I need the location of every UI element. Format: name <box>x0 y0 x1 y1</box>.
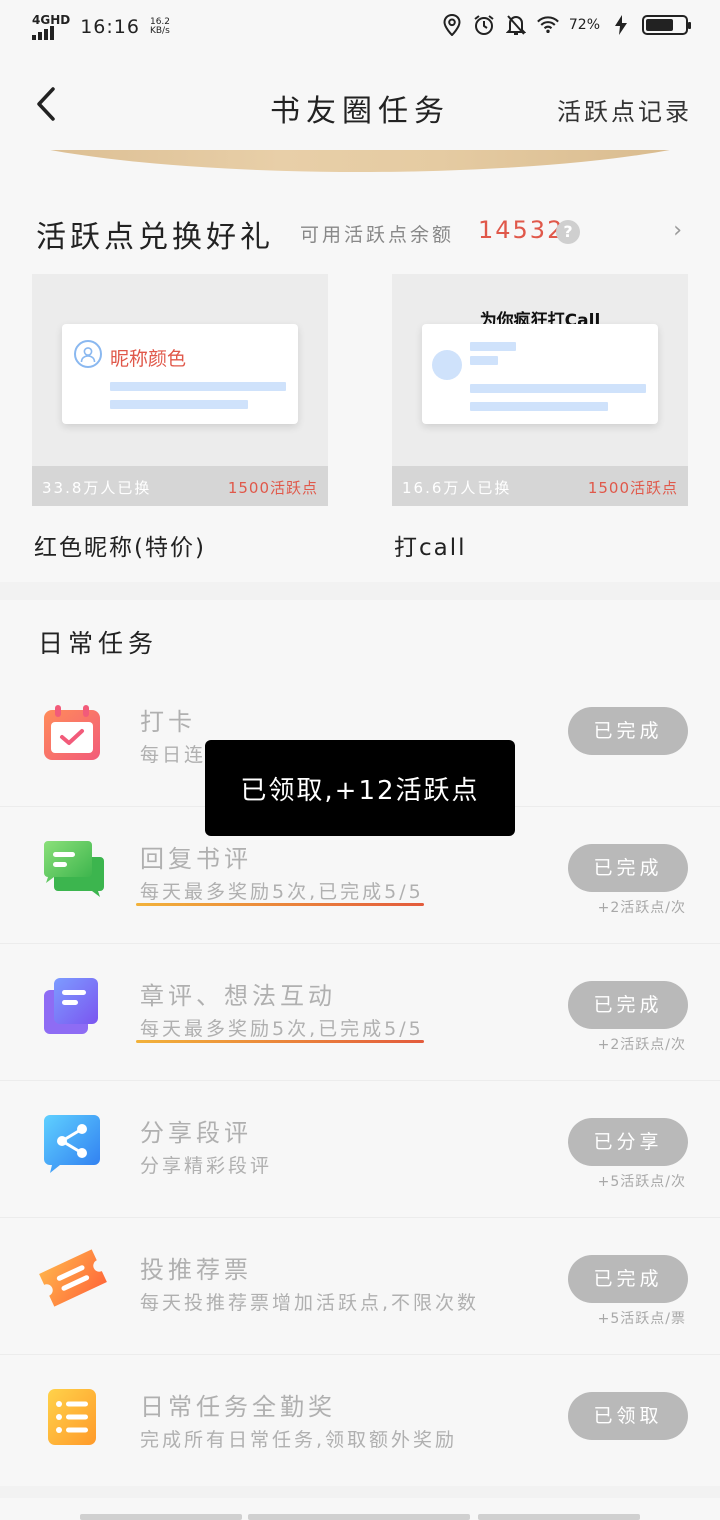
daily-tasks-title: 日常任务 <box>38 629 159 658</box>
gift-cost: 1500活跃点 <box>587 479 678 497</box>
signal-icon <box>32 26 70 40</box>
task-name: 分享段评 <box>140 1119 252 1147</box>
nav-bar: 书友圈任务 活跃点记录 <box>0 56 720 154</box>
task-shared-button[interactable]: 已分享 <box>568 1118 688 1166</box>
task-row-recommend-ticket: 投推荐票 每天投推荐票增加活跃点,不限次数 已完成 +5活跃点/票 <box>0 1218 720 1355</box>
status-left: 4GHD 16:16 16.2 KB/s <box>32 14 170 40</box>
battery-percent: 72% <box>568 17 600 33</box>
exchange-title: 活跃点兑换好礼 <box>36 220 274 255</box>
balance-label: 可用活跃点余额 <box>300 224 455 246</box>
task-claimed-button[interactable]: 已领取 <box>568 1392 688 1440</box>
task-row-share: 分享段评 分享精彩段评 已分享 +5活跃点/次 <box>0 1081 720 1218</box>
task-name: 日常任务全勤奖 <box>140 1393 336 1421</box>
gift-name[interactable]: 打call <box>394 528 467 562</box>
task-desc: 每天最多奖励5次,已完成5/5 <box>140 1018 424 1040</box>
task-reward: +2活跃点/次 <box>597 900 686 916</box>
task-done-button[interactable]: 已完成 <box>568 844 688 892</box>
checklist-icon <box>42 1387 102 1447</box>
chat-bubbles-icon <box>42 839 104 899</box>
gift-preview <box>422 324 658 424</box>
daily-tasks-section: 日常任务 打卡 每日连 已完成 回复书评 每天最多奖励5次,已完成5/5 已完成… <box>0 600 720 1486</box>
task-progress-underline <box>136 1040 424 1043</box>
exchange-section: 活跃点兑换好礼 可用活跃点余额 14532 ? › 昵称颜色 33.8万人已换 … <box>0 176 720 582</box>
task-done-button[interactable]: 已完成 <box>568 1255 688 1303</box>
network-indicator: 4GHD <box>32 14 70 40</box>
note-cards-icon <box>42 976 102 1036</box>
mute-icon <box>505 14 527 36</box>
task-progress-underline <box>136 903 424 906</box>
placeholder-line <box>470 356 498 365</box>
task-desc: 每天最多奖励5次,已完成5/5 <box>140 881 424 903</box>
nickname-color-preview: 昵称颜色 <box>110 348 187 370</box>
placeholder-line <box>470 384 646 393</box>
share-icon <box>42 1113 102 1173</box>
alarm-icon <box>473 14 495 36</box>
status-right: 72% <box>441 14 691 36</box>
task-done-button[interactable]: 已完成 <box>568 707 688 755</box>
task-name: 回复书评 <box>140 845 252 873</box>
avatar-placeholder <box>432 350 462 380</box>
gift-card-call[interactable]: 为你疯狂打Call 16.6万人已换 1500活跃点 <box>392 274 688 506</box>
gift-card-red-nickname[interactable]: 昵称颜色 33.8万人已换 1500活跃点 <box>32 274 328 506</box>
placeholder-line <box>470 402 608 411</box>
battery-icon <box>642 15 691 35</box>
task-desc: 每日连 <box>140 744 207 766</box>
user-avatar-icon <box>74 340 102 368</box>
toast-message: 已领取,+12活跃点 <box>205 740 515 836</box>
gift-footer: 16.6万人已换 1500活跃点 <box>392 466 688 506</box>
placeholder-line <box>110 400 248 409</box>
task-reward: +5活跃点/票 <box>597 1311 686 1327</box>
gift-preview: 昵称颜色 <box>62 324 298 424</box>
task-row-full-attendance: 日常任务全勤奖 完成所有日常任务,领取额外奖励 已领取 <box>0 1355 720 1492</box>
task-done-button[interactable]: 已完成 <box>568 981 688 1029</box>
clock: 16:16 <box>80 16 140 38</box>
wifi-icon <box>537 14 559 36</box>
network-speed: 16.2 KB/s <box>149 17 171 36</box>
task-reward: +2活跃点/次 <box>597 1037 686 1053</box>
gift-redeem-count: 33.8万人已换 <box>42 479 152 497</box>
task-name: 打卡 <box>140 708 196 736</box>
task-desc: 分享精彩段评 <box>140 1155 273 1177</box>
placeholder-line <box>470 342 516 351</box>
placeholder-line <box>110 382 286 391</box>
task-name: 投推荐票 <box>140 1256 252 1284</box>
header-decoration <box>0 150 720 176</box>
ticket-icon <box>38 1246 107 1307</box>
next-section-peek <box>0 1498 720 1520</box>
exchange-more-chevron-icon[interactable]: › <box>673 218 682 243</box>
task-row-chapter-review: 章评、想法互动 每天最多奖励5次,已完成5/5 已完成 +2活跃点/次 <box>0 944 720 1081</box>
gift-cost: 1500活跃点 <box>227 479 318 497</box>
calendar-check-icon <box>42 702 102 762</box>
task-desc: 完成所有日常任务,领取额外奖励 <box>140 1429 458 1451</box>
gift-name[interactable]: 红色昵称(特价) <box>34 528 206 562</box>
gift-redeem-count: 16.6万人已换 <box>402 479 512 497</box>
location-icon <box>441 14 463 36</box>
charging-icon <box>610 14 632 36</box>
task-reward: +5活跃点/次 <box>597 1174 686 1190</box>
activity-record-link[interactable]: 活跃点记录 <box>557 92 692 127</box>
help-icon[interactable]: ? <box>556 220 580 244</box>
status-bar: 4GHD 16:16 16.2 KB/s 72% <box>0 0 720 56</box>
balance-value: 14532 <box>478 216 565 244</box>
task-desc: 每天投推荐票增加活跃点,不限次数 <box>140 1292 480 1314</box>
network-type: 4GHD <box>32 13 71 27</box>
task-name: 章评、想法互动 <box>140 982 336 1010</box>
gift-footer: 33.8万人已换 1500活跃点 <box>32 466 328 506</box>
